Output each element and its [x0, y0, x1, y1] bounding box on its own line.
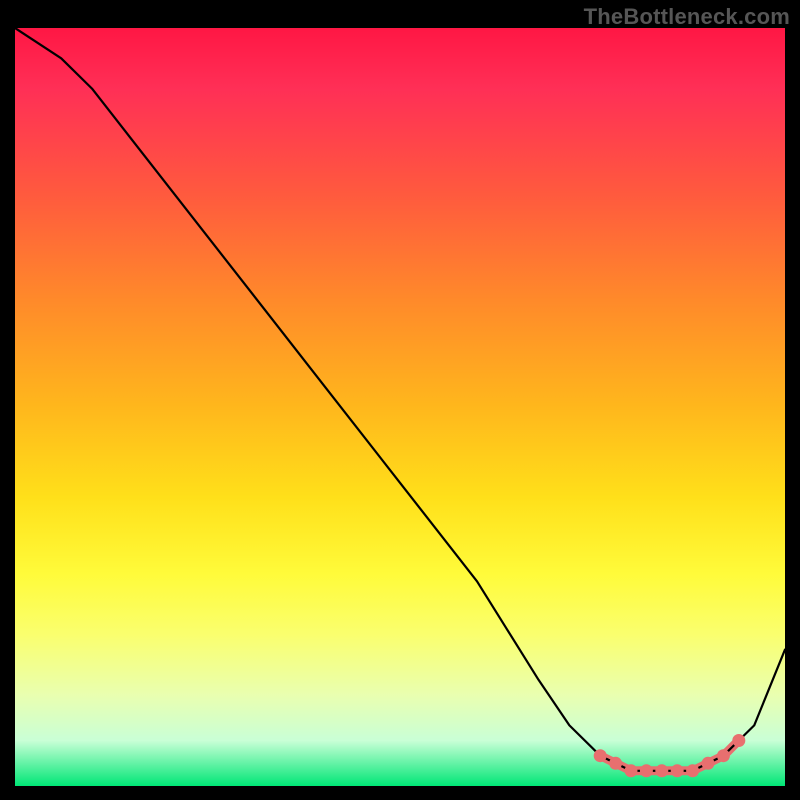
highlight-path — [600, 741, 739, 771]
highlight-segment — [600, 741, 739, 771]
highlight-dot — [609, 757, 622, 770]
highlight-dot — [717, 749, 730, 762]
highlight-dot — [732, 734, 745, 747]
highlight-dot — [655, 764, 668, 777]
attribution-text: TheBottleneck.com — [584, 4, 790, 30]
highlight-dot — [702, 757, 715, 770]
highlight-dot — [686, 764, 699, 777]
curve-path — [15, 28, 785, 771]
plot-area — [15, 28, 785, 786]
main-curve — [15, 28, 785, 771]
highlight-dot — [625, 764, 638, 777]
highlight-dots — [594, 734, 746, 777]
highlight-dot — [594, 749, 607, 762]
curve-svg — [15, 28, 785, 786]
highlight-dot — [671, 764, 684, 777]
chart-frame: TheBottleneck.com — [0, 0, 800, 800]
highlight-dot — [640, 764, 653, 777]
